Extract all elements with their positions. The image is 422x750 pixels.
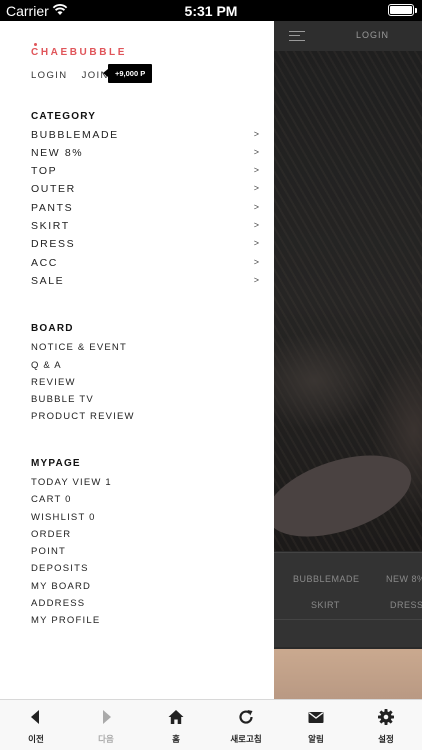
- mypage-item-my-profile[interactable]: MY PROFILE: [31, 615, 100, 626]
- join-points-badge: +9,000 P: [102, 64, 153, 83]
- chevron-right-icon: >: [253, 220, 259, 230]
- board-title: BOARD: [31, 323, 74, 334]
- board-item-review[interactable]: REVIEW: [31, 377, 76, 388]
- forward-arrow-icon: [103, 710, 111, 724]
- category-title: CATEGORY: [31, 111, 97, 122]
- mypage-item-my-board[interactable]: MY BOARD: [31, 581, 91, 592]
- background-page: LOGIN BUBBLEMADE NEW 8% SKIRT DRESS: [274, 21, 422, 699]
- mypage-item-wishlist[interactable]: WISHLIST 0: [31, 512, 96, 523]
- mypage-item-point[interactable]: POINT: [31, 546, 66, 557]
- brand-logo[interactable]: CHAEBUBBLE: [31, 43, 127, 58]
- background-hero-image: [274, 51, 422, 553]
- board-item-qa[interactable]: Q & A: [31, 360, 62, 371]
- chevron-right-icon: >: [253, 165, 259, 175]
- background-category-nav: BUBBLEMADE NEW 8% SKIRT DRESS: [274, 552, 422, 647]
- notification-button[interactable]: 알림: [281, 700, 351, 750]
- chevron-right-icon: >: [253, 238, 259, 248]
- board-item-bubble-tv[interactable]: BUBBLE TV: [31, 394, 94, 405]
- home-button[interactable]: 홈: [141, 700, 211, 750]
- chevron-right-icon: >: [253, 129, 259, 139]
- settings-label: 설정: [378, 734, 394, 744]
- home-label: 홈: [172, 734, 180, 744]
- category-item-new[interactable]: NEW 8% >: [31, 147, 259, 165]
- back-button[interactable]: 이전: [1, 700, 71, 750]
- board-item-notice[interactable]: NOTICE & EVENT: [31, 342, 127, 353]
- background-nav-item[interactable]: BUBBLEMADE: [293, 574, 360, 584]
- category-item-sale[interactable]: SALE >: [31, 275, 259, 293]
- category-item-acc[interactable]: ACC >: [31, 257, 259, 275]
- refresh-icon: [239, 710, 253, 724]
- login-link[interactable]: LOGIN: [31, 70, 68, 81]
- mypage-item-deposits[interactable]: DEPOSITS: [31, 563, 89, 574]
- background-product-image: [274, 649, 422, 699]
- home-icon: [168, 710, 184, 724]
- category-item-top[interactable]: TOP >: [31, 165, 259, 183]
- mail-icon: [308, 712, 324, 723]
- mypage-item-today-view[interactable]: TODAY VIEW 1: [31, 477, 112, 488]
- bottom-toolbar: 이전 다음 홈 새로고침 알림 설정: [0, 699, 422, 750]
- category-item-pants[interactable]: PANTS >: [31, 202, 259, 220]
- gear-icon: [378, 709, 394, 725]
- category-item-bubblemade[interactable]: BUBBLEMADE >: [31, 129, 259, 147]
- background-nav-item[interactable]: SKIRT: [311, 600, 340, 610]
- background-login-link[interactable]: LOGIN: [356, 30, 389, 40]
- status-bar: Carrier 5:31 PM: [0, 0, 422, 21]
- board-item-product-review[interactable]: PRODUCT REVIEW: [31, 411, 135, 422]
- forward-button[interactable]: 다음: [71, 700, 141, 750]
- category-item-dress[interactable]: DRESS >: [31, 238, 259, 256]
- menu-icon[interactable]: [289, 31, 305, 41]
- notification-label: 알림: [308, 734, 324, 744]
- background-header: LOGIN: [274, 21, 422, 51]
- chevron-right-icon: >: [253, 202, 259, 212]
- chevron-right-icon: >: [253, 147, 259, 157]
- chevron-right-icon: >: [253, 257, 259, 267]
- side-drawer: CHAEBUBBLE LOGIN JOIN +9,000 P CATEGORY B…: [0, 21, 274, 699]
- mypage-item-address[interactable]: ADDRESS: [31, 598, 85, 609]
- mypage-title: MYPAGE: [31, 458, 81, 469]
- status-time: 5:31 PM: [184, 3, 238, 19]
- forward-label: 다음: [98, 734, 114, 744]
- category-item-outer[interactable]: OUTER >: [31, 183, 259, 201]
- background-nav-item[interactable]: NEW 8%: [386, 574, 422, 584]
- chevron-right-icon: >: [253, 183, 259, 193]
- chevron-right-icon: >: [253, 275, 259, 285]
- back-label: 이전: [28, 734, 44, 744]
- battery-icon: [388, 4, 417, 16]
- settings-button[interactable]: 설정: [351, 700, 421, 750]
- refresh-label: 새로고침: [230, 734, 262, 744]
- refresh-button[interactable]: 새로고침: [211, 700, 281, 750]
- back-arrow-icon: [31, 710, 39, 724]
- mypage-item-cart[interactable]: CART 0: [31, 494, 72, 505]
- mypage-item-order[interactable]: ORDER: [31, 529, 71, 540]
- background-nav-item[interactable]: DRESS: [390, 600, 422, 610]
- category-item-skirt[interactable]: SKIRT >: [31, 220, 259, 238]
